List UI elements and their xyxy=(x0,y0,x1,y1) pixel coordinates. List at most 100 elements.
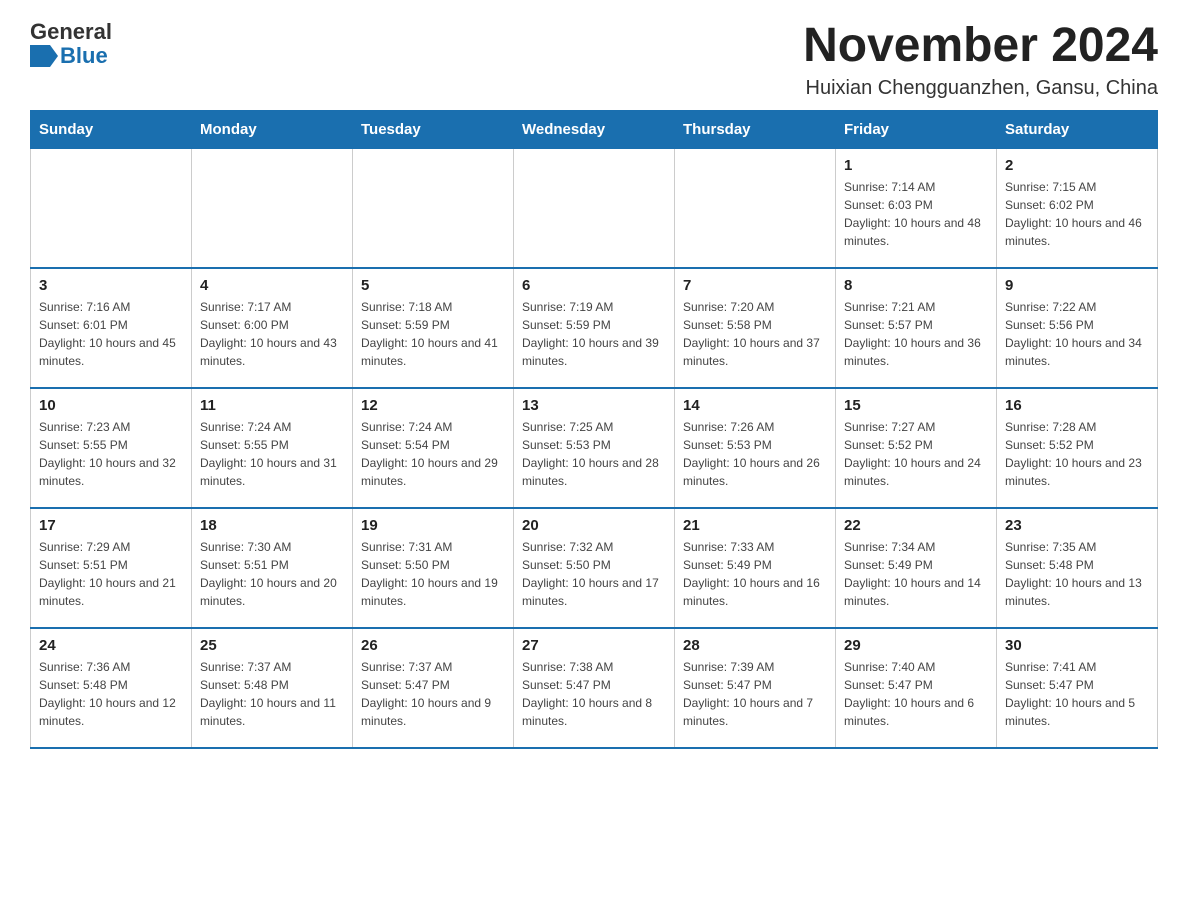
calendar-cell: 7 Sunrise: 7:20 AMSunset: 5:58 PMDaylight… xyxy=(675,268,836,388)
day-info: Sunrise: 7:19 AMSunset: 5:59 PMDaylight:… xyxy=(522,298,666,370)
day-number: 20 xyxy=(522,517,666,534)
col-header-friday: Friday xyxy=(836,110,997,148)
calendar-cell: 30 Sunrise: 7:41 AMSunset: 5:47 PMDayligh… xyxy=(997,628,1158,748)
calendar-table: SundayMondayTuesdayWednesdayThursdayFrid… xyxy=(30,110,1158,750)
logo: General Blue xyxy=(30,20,112,68)
day-number: 4 xyxy=(200,277,344,294)
calendar-cell: 20 Sunrise: 7:32 AMSunset: 5:50 PMDayligh… xyxy=(514,508,675,628)
day-number: 22 xyxy=(844,517,988,534)
day-number: 25 xyxy=(200,637,344,654)
calendar-cell: 21 Sunrise: 7:33 AMSunset: 5:49 PMDayligh… xyxy=(675,508,836,628)
day-number: 9 xyxy=(1005,277,1149,294)
col-header-sunday: Sunday xyxy=(31,110,192,148)
calendar-cell: 15 Sunrise: 7:27 AMSunset: 5:52 PMDayligh… xyxy=(836,388,997,508)
day-number: 13 xyxy=(522,397,666,414)
calendar-cell: 4 Sunrise: 7:17 AMSunset: 6:00 PMDaylight… xyxy=(192,268,353,388)
col-header-wednesday: Wednesday xyxy=(514,110,675,148)
calendar-cell: 10 Sunrise: 7:23 AMSunset: 5:55 PMDayligh… xyxy=(31,388,192,508)
day-number: 23 xyxy=(1005,517,1149,534)
day-number: 3 xyxy=(39,277,183,294)
month-title: November 2024 xyxy=(803,20,1158,73)
logo-blue: Blue xyxy=(60,44,108,68)
calendar-cell: 9 Sunrise: 7:22 AMSunset: 5:56 PMDaylight… xyxy=(997,268,1158,388)
day-number: 28 xyxy=(683,637,827,654)
calendar-week-2: 3 Sunrise: 7:16 AMSunset: 6:01 PMDaylight… xyxy=(31,268,1158,388)
calendar-cell: 27 Sunrise: 7:38 AMSunset: 5:47 PMDayligh… xyxy=(514,628,675,748)
calendar-cell: 13 Sunrise: 7:25 AMSunset: 5:53 PMDayligh… xyxy=(514,388,675,508)
day-info: Sunrise: 7:15 AMSunset: 6:02 PMDaylight:… xyxy=(1005,178,1149,250)
calendar-cell: 8Sunrise: 7:21 AMSunset: 5:57 PMDaylight… xyxy=(836,268,997,388)
day-info: Sunrise: 7:39 AMSunset: 5:47 PMDaylight:… xyxy=(683,658,827,730)
day-number: 26 xyxy=(361,637,505,654)
calendar-cell xyxy=(192,148,353,268)
day-info: Sunrise: 7:31 AMSunset: 5:50 PMDaylight:… xyxy=(361,538,505,610)
day-info: Sunrise: 7:27 AMSunset: 5:52 PMDaylight:… xyxy=(844,418,988,490)
calendar-cell: 22 Sunrise: 7:34 AMSunset: 5:49 PMDayligh… xyxy=(836,508,997,628)
calendar-header-row: SundayMondayTuesdayWednesdayThursdayFrid… xyxy=(31,110,1158,148)
day-info: Sunrise: 7:33 AMSunset: 5:49 PMDaylight:… xyxy=(683,538,827,610)
calendar-cell: 12Sunrise: 7:24 AMSunset: 5:54 PMDayligh… xyxy=(353,388,514,508)
day-info: Sunrise: 7:26 AMSunset: 5:53 PMDaylight:… xyxy=(683,418,827,490)
day-info: Sunrise: 7:29 AMSunset: 5:51 PMDaylight:… xyxy=(39,538,183,610)
calendar-cell: 16Sunrise: 7:28 AMSunset: 5:52 PMDayligh… xyxy=(997,388,1158,508)
day-info: Sunrise: 7:23 AMSunset: 5:55 PMDaylight:… xyxy=(39,418,183,490)
day-info: Sunrise: 7:22 AMSunset: 5:56 PMDaylight:… xyxy=(1005,298,1149,370)
day-number: 10 xyxy=(39,397,183,414)
day-number: 5 xyxy=(361,277,505,294)
day-number: 17 xyxy=(39,517,183,534)
day-info: Sunrise: 7:32 AMSunset: 5:50 PMDaylight:… xyxy=(522,538,666,610)
day-info: Sunrise: 7:28 AMSunset: 5:52 PMDaylight:… xyxy=(1005,418,1149,490)
day-info: Sunrise: 7:24 AMSunset: 5:55 PMDaylight:… xyxy=(200,418,344,490)
calendar-cell: 2Sunrise: 7:15 AMSunset: 6:02 PMDaylight… xyxy=(997,148,1158,268)
day-number: 12 xyxy=(361,397,505,414)
day-number: 6 xyxy=(522,277,666,294)
col-header-tuesday: Tuesday xyxy=(353,110,514,148)
day-info: Sunrise: 7:16 AMSunset: 6:01 PMDaylight:… xyxy=(39,298,183,370)
calendar-cell: 3 Sunrise: 7:16 AMSunset: 6:01 PMDaylight… xyxy=(31,268,192,388)
calendar-cell: 19 Sunrise: 7:31 AMSunset: 5:50 PMDayligh… xyxy=(353,508,514,628)
location: Huixian Chengguanzhen, Gansu, China xyxy=(803,77,1158,100)
day-number: 30 xyxy=(1005,637,1149,654)
day-number: 21 xyxy=(683,517,827,534)
day-info: Sunrise: 7:20 AMSunset: 5:58 PMDaylight:… xyxy=(683,298,827,370)
day-number: 1 xyxy=(844,157,988,174)
day-number: 19 xyxy=(361,517,505,534)
day-number: 27 xyxy=(522,637,666,654)
calendar-cell: 25 Sunrise: 7:37 AMSunset: 5:48 PMDayligh… xyxy=(192,628,353,748)
col-header-saturday: Saturday xyxy=(997,110,1158,148)
page-header: General Blue November 2024 Huixian Cheng… xyxy=(30,20,1158,100)
day-number: 15 xyxy=(844,397,988,414)
day-info: Sunrise: 7:30 AMSunset: 5:51 PMDaylight:… xyxy=(200,538,344,610)
title-block: November 2024 Huixian Chengguanzhen, Gan… xyxy=(803,20,1158,100)
day-info: Sunrise: 7:34 AMSunset: 5:49 PMDaylight:… xyxy=(844,538,988,610)
calendar-week-4: 17 Sunrise: 7:29 AMSunset: 5:51 PMDayligh… xyxy=(31,508,1158,628)
calendar-week-3: 10 Sunrise: 7:23 AMSunset: 5:55 PMDayligh… xyxy=(31,388,1158,508)
day-info: Sunrise: 7:14 AMSunset: 6:03 PMDaylight:… xyxy=(844,178,988,250)
col-header-thursday: Thursday xyxy=(675,110,836,148)
day-info: Sunrise: 7:17 AMSunset: 6:00 PMDaylight:… xyxy=(200,298,344,370)
day-number: 24 xyxy=(39,637,183,654)
day-info: Sunrise: 7:35 AMSunset: 5:48 PMDaylight:… xyxy=(1005,538,1149,610)
day-info: Sunrise: 7:41 AMSunset: 5:47 PMDaylight:… xyxy=(1005,658,1149,730)
day-info: Sunrise: 7:25 AMSunset: 5:53 PMDaylight:… xyxy=(522,418,666,490)
calendar-cell: 29Sunrise: 7:40 AMSunset: 5:47 PMDayligh… xyxy=(836,628,997,748)
calendar-cell xyxy=(353,148,514,268)
day-info: Sunrise: 7:18 AMSunset: 5:59 PMDaylight:… xyxy=(361,298,505,370)
day-number: 8 xyxy=(844,277,988,294)
calendar-week-5: 24 Sunrise: 7:36 AMSunset: 5:48 PMDayligh… xyxy=(31,628,1158,748)
calendar-cell: 28 Sunrise: 7:39 AMSunset: 5:47 PMDayligh… xyxy=(675,628,836,748)
calendar-cell xyxy=(514,148,675,268)
logo-arrow-icon xyxy=(30,45,58,67)
day-info: Sunrise: 7:36 AMSunset: 5:48 PMDaylight:… xyxy=(39,658,183,730)
day-info: Sunrise: 7:40 AMSunset: 5:47 PMDaylight:… xyxy=(844,658,988,730)
day-info: Sunrise: 7:38 AMSunset: 5:47 PMDaylight:… xyxy=(522,658,666,730)
calendar-cell: 26 Sunrise: 7:37 AMSunset: 5:47 PMDayligh… xyxy=(353,628,514,748)
day-info: Sunrise: 7:37 AMSunset: 5:47 PMDaylight:… xyxy=(361,658,505,730)
calendar-cell: 24 Sunrise: 7:36 AMSunset: 5:48 PMDayligh… xyxy=(31,628,192,748)
calendar-cell: 6 Sunrise: 7:19 AMSunset: 5:59 PMDaylight… xyxy=(514,268,675,388)
day-number: 7 xyxy=(683,277,827,294)
day-info: Sunrise: 7:37 AMSunset: 5:48 PMDaylight:… xyxy=(200,658,344,730)
calendar-cell: 23 Sunrise: 7:35 AMSunset: 5:48 PMDayligh… xyxy=(997,508,1158,628)
col-header-monday: Monday xyxy=(192,110,353,148)
logo-general: General xyxy=(30,20,112,44)
